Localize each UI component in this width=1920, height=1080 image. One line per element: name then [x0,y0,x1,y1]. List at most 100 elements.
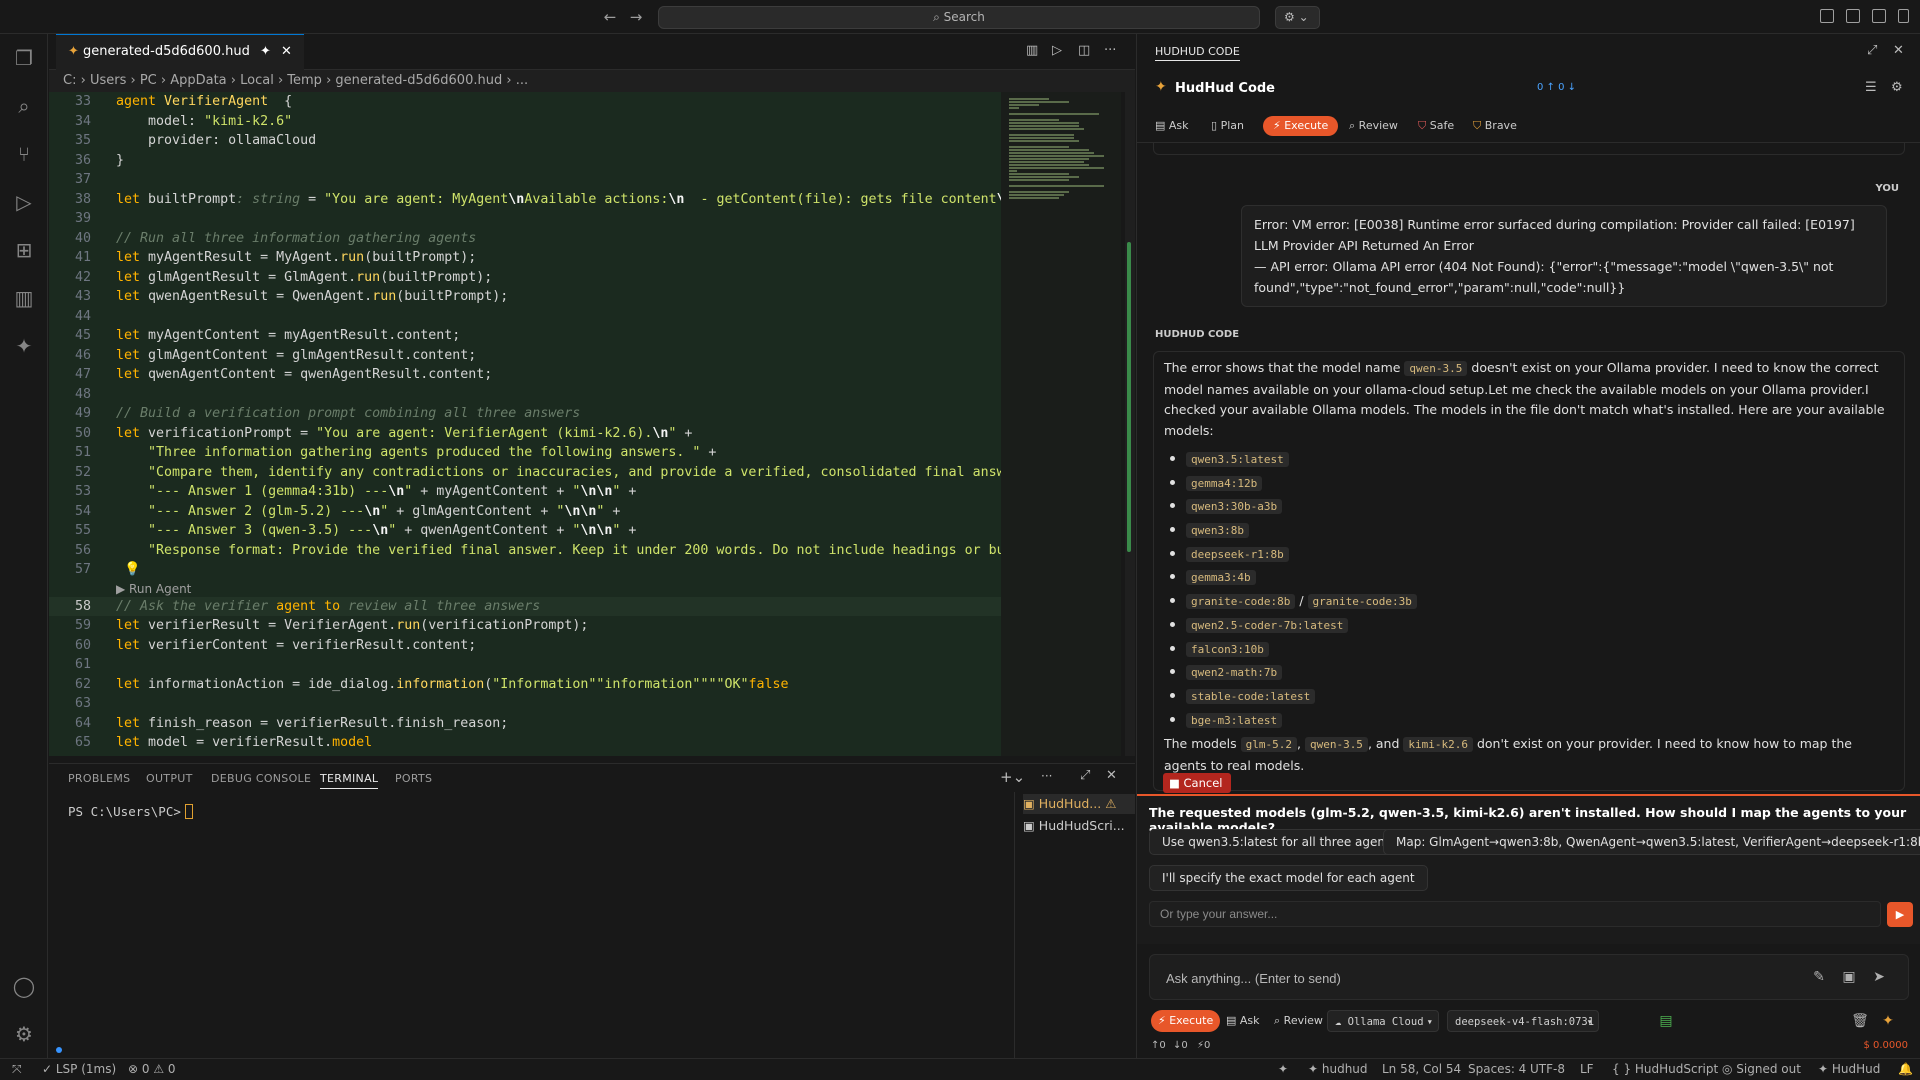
code-line[interactable]: 53 "--- Answer 1 (gemma4:31b) ---\n" + m… [49,482,1001,501]
composer-mode-review[interactable]: ⌕ Review [1267,1010,1330,1032]
context-meter-icon[interactable]: ▤ [1657,1012,1675,1030]
code-line[interactable]: 48 [49,385,1001,404]
more-actions-icon[interactable]: ··· [1104,43,1116,58]
provider-select[interactable]: ☁ Ollama Cloud ▾ [1327,1010,1439,1032]
encoding[interactable]: UTF-8 [1530,1059,1565,1080]
code-line[interactable]: 49 // Build a verification prompt combini… [49,404,1001,423]
account-icon[interactable]: ◯ [12,974,36,998]
chart-icon[interactable]: ▥ [1026,43,1038,58]
code-line[interactable]: 37 [49,170,1001,189]
code-line[interactable]: 55 "--- Answer 3 (qwen-3.5) ---\n" + qwe… [49,521,1001,540]
end-of-line[interactable]: LF [1580,1059,1594,1080]
split-editor-icon[interactable]: ◫ [1078,43,1090,58]
image-attach-icon[interactable]: ▣ [1840,968,1858,986]
layout-grid-icon[interactable] [1820,9,1834,23]
code-line[interactable]: 60 let verifierContent = verifierResult.c… [49,636,1001,655]
hudhud-bird-icon[interactable]: ✦ [1278,1059,1288,1080]
code-line[interactable]: 52 "Compare them, identify any contradic… [49,463,1001,482]
breadcrumb-segment[interactable]: Users [90,73,126,88]
code-line[interactable]: 56 "Response format: Provide the verifie… [49,541,1001,560]
problems-status[interactable]: ⊗ 0 ⚠ 0 [128,1059,176,1080]
code-line[interactable]: 54 "--- Answer 2 (glm-5.2) ---\n" + glmA… [49,502,1001,521]
code-line[interactable]: 38 let builtPrompt: string = "You are age… [49,190,1001,209]
cancel-button[interactable]: ■ Cancel [1163,773,1231,793]
close-icon[interactable]: ✕ [281,44,292,59]
code-line[interactable]: 64 let finish_reason = verifierResult.fin… [49,714,1001,733]
pen-icon[interactable]: ✎ [1810,968,1828,986]
toggle-sidebar-icon[interactable] [1846,9,1860,23]
code-line[interactable]: 50 let verificationPrompt = "You are agen… [49,424,1001,443]
copilot-menu-button[interactable]: ⚙ ⌄ [1275,6,1320,29]
remote-icon[interactable]: ⤧ [12,1059,22,1080]
breadcrumb-segment[interactable]: ... [516,73,528,88]
chat-message-list[interactable]: YOU Error: VM error: [E0038] Runtime err… [1137,142,1920,794]
mode-execute-button[interactable]: ⚡ Execute [1263,116,1339,136]
breadcrumb-segment[interactable]: AppData [170,73,226,88]
code-line[interactable]: 61 [49,655,1001,674]
new-terminal-icon[interactable]: +⌄ [1000,768,1025,786]
code-line[interactable]: 36} [49,151,1001,170]
panel-tab-problems[interactable]: PROBLEMS [68,772,130,785]
breadcrumb-segment[interactable]: PC [140,73,157,88]
command-center-search[interactable]: ⌕ Search [658,6,1260,29]
terminal-item-hudhud[interactable]: ▣ HudHud... ⚠ [1023,794,1135,814]
settings-gear-icon[interactable]: ⚙ [1891,80,1903,95]
notifications-bell-icon[interactable]: 🔔 [1898,1059,1913,1080]
model-select[interactable]: deepseek-v4-flash:0731 ▾ [1447,1010,1599,1032]
close-panel-icon[interactable]: ✕ [1106,768,1117,783]
extensions-icon[interactable]: ⊞ [12,238,36,262]
editor-tab-active[interactable]: ✦ generated-d5d6d600.hud ✦ ✕ [56,34,304,70]
code-line[interactable]: 43 let qwenAgentResult = QwenAgent.run(bu… [49,287,1001,306]
code-line[interactable]: 35 provider: ollamaCloud [49,131,1001,150]
panel-tab-output[interactable]: OUTPUT [146,772,193,785]
mode-plan-button[interactable]: ▯ Plan [1205,116,1250,136]
panel-tab-terminal[interactable]: TERMINAL [320,772,379,789]
mode-safe-button[interactable]: ⛉ Safe [1412,116,1460,136]
arrow-right-icon[interactable]: → [626,7,646,27]
code-line[interactable]: 40 // Run all three information gathering… [49,229,1001,248]
code-line[interactable]: 62 let informationAction = ide_dialog.inf… [49,675,1001,694]
sparkle-icon[interactable]: ✦ [1879,1012,1897,1030]
language-mode[interactable]: { } HudHudScript [1612,1059,1718,1080]
send-answer-button[interactable]: ▶ [1887,902,1913,927]
close-icon[interactable]: ✕ [1893,43,1904,58]
chart-icon[interactable]: ▥ [12,286,36,310]
minimap[interactable] [1001,92,1121,756]
settings-gear-icon[interactable]: ⚙ [12,1022,36,1046]
trash-icon[interactable]: 🗑 [1851,1012,1869,1030]
run-icon[interactable]: ▷ [1052,43,1062,58]
code-line[interactable]: 66 let r = finish_reason + model [49,753,1001,757]
brand-status[interactable]: ✦ HudHud [1818,1059,1880,1080]
chat-panel-tab[interactable]: HUDHUD CODE [1155,45,1240,61]
code-editor[interactable]: 33 agent VerifierAgent {34 model: "kimi-k… [49,92,1001,756]
terminal-item-hudhudscript[interactable]: ▣ HudHudScri... [1023,816,1125,836]
mode-review-button[interactable]: ⌕ Review [1343,116,1404,136]
editor-scrollbar[interactable] [1125,92,1135,756]
explorer-icon[interactable]: ❐ [12,46,36,70]
maximize-panel-icon[interactable]: ⤢ [1080,768,1090,783]
code-line[interactable]: 33 agent VerifierAgent { [49,92,1001,111]
lsp-status[interactable]: ✓ LSP (1ms) [42,1059,116,1080]
source-control-icon[interactable]: ⑂ [12,142,36,166]
send-icon[interactable]: ➤ [1870,968,1888,986]
code-line[interactable]: 51 "Three information gathering agents p… [49,443,1001,462]
maximize-icon[interactable]: ⤢ [1867,43,1877,58]
breadcrumb-segment[interactable]: Temp [287,73,322,88]
hudhud-bird-icon[interactable]: ✦ [12,334,36,358]
code-line[interactable]: 42 let glmAgentResult = GlmAgent.run(buil… [49,268,1001,287]
toggle-panel-icon[interactable] [1872,9,1886,23]
breadcrumb-segment[interactable]: generated-d5d6d600.hud [335,73,502,88]
custom-answer-input[interactable] [1149,901,1881,927]
indentation[interactable]: Spaces: 4 [1468,1059,1526,1080]
run-debug-icon[interactable]: ▷ [12,190,36,214]
answer-option-2[interactable]: Map: GlmAgent→qwen3:8b, QwenAgent→qwen3.… [1383,829,1920,855]
mode-brave-button[interactable]: ⛉ Brave [1467,116,1523,136]
arrow-left-icon[interactable]: ← [600,7,620,27]
code-line[interactable]: 45 let myAgentContent = myAgentResult.con… [49,326,1001,345]
answer-option-1[interactable]: Use qwen3.5:latest for all three agents [1149,829,1409,855]
chat-input[interactable] [1158,965,1758,991]
account-status[interactable]: ◎ Signed out [1722,1059,1801,1080]
search-icon[interactable]: ⌕ [12,94,36,118]
code-line[interactable]: 41 let myAgentResult = MyAgent.run(builtP… [49,248,1001,267]
code-line[interactable]: 44 [49,307,1001,326]
